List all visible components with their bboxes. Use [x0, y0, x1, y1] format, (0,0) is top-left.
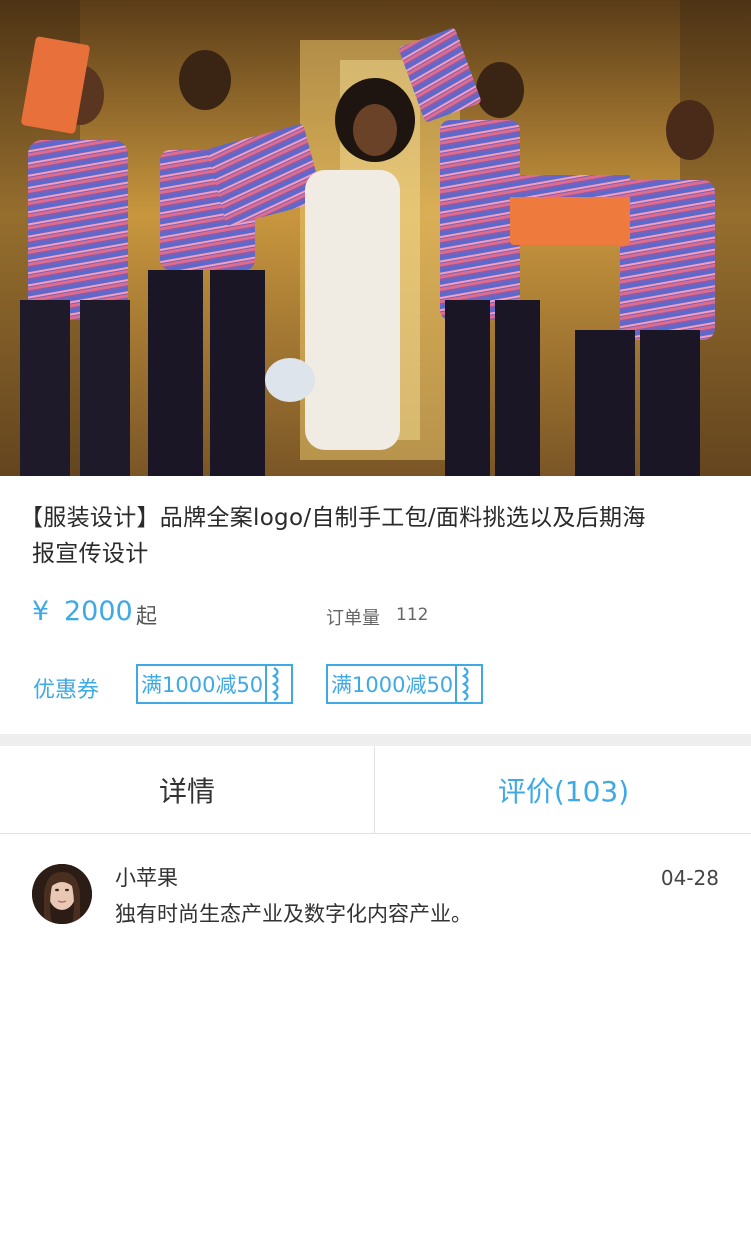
product-photo[interactable] [0, 0, 751, 476]
review-text: 独有时尚生态产业及数字化内容产业。 [115, 902, 472, 926]
coupon-text: 满1000减50 [138, 666, 268, 702]
coupon-perforation-icon [457, 666, 481, 702]
tab-reviews[interactable]: 评价(103) [376, 746, 751, 833]
section-divider [0, 734, 751, 746]
review-date: 04-28 [660, 866, 719, 890]
product-photo-image [0, 0, 751, 476]
tab-details[interactable]: 详情 [0, 746, 375, 833]
review-item: 小苹果 04-28 独有时尚生态产业及数字化内容产业。 [0, 834, 751, 944]
coupon-perforation-icon [267, 666, 291, 702]
product-title-line1: 【服装设计】品牌全案logo/自制手工包/面料挑选以及后期海 [20, 505, 646, 531]
product-title: 【服装设计】品牌全案logo/自制手工包/面料挑选以及后期海 报宣传设计 [20, 500, 732, 572]
coupon-2[interactable]: 满1000减50 [326, 664, 484, 704]
product-title-line2: 报宣传设计 [32, 541, 149, 567]
coupon-1[interactable]: 满1000减50 [136, 664, 294, 704]
avatar[interactable] [32, 864, 92, 924]
product-info: 【服装设计】品牌全案logo/自制手工包/面料挑选以及后期海 报宣传设计 ¥ 2… [0, 476, 751, 734]
price-value: 2000 [64, 596, 133, 627]
orders-label: 订单量 [326, 608, 380, 629]
currency-symbol: ¥ [32, 596, 50, 627]
tab-bar: 详情 评价(103) [0, 746, 751, 834]
reviewer-name: 小苹果 [115, 866, 178, 890]
coupon-label: 优惠券 [33, 678, 100, 703]
user-avatar-image [32, 864, 92, 924]
coupon-text: 满1000减50 [328, 666, 458, 702]
orders-count: 112 [396, 605, 429, 625]
price-unit: 起 [136, 604, 157, 628]
